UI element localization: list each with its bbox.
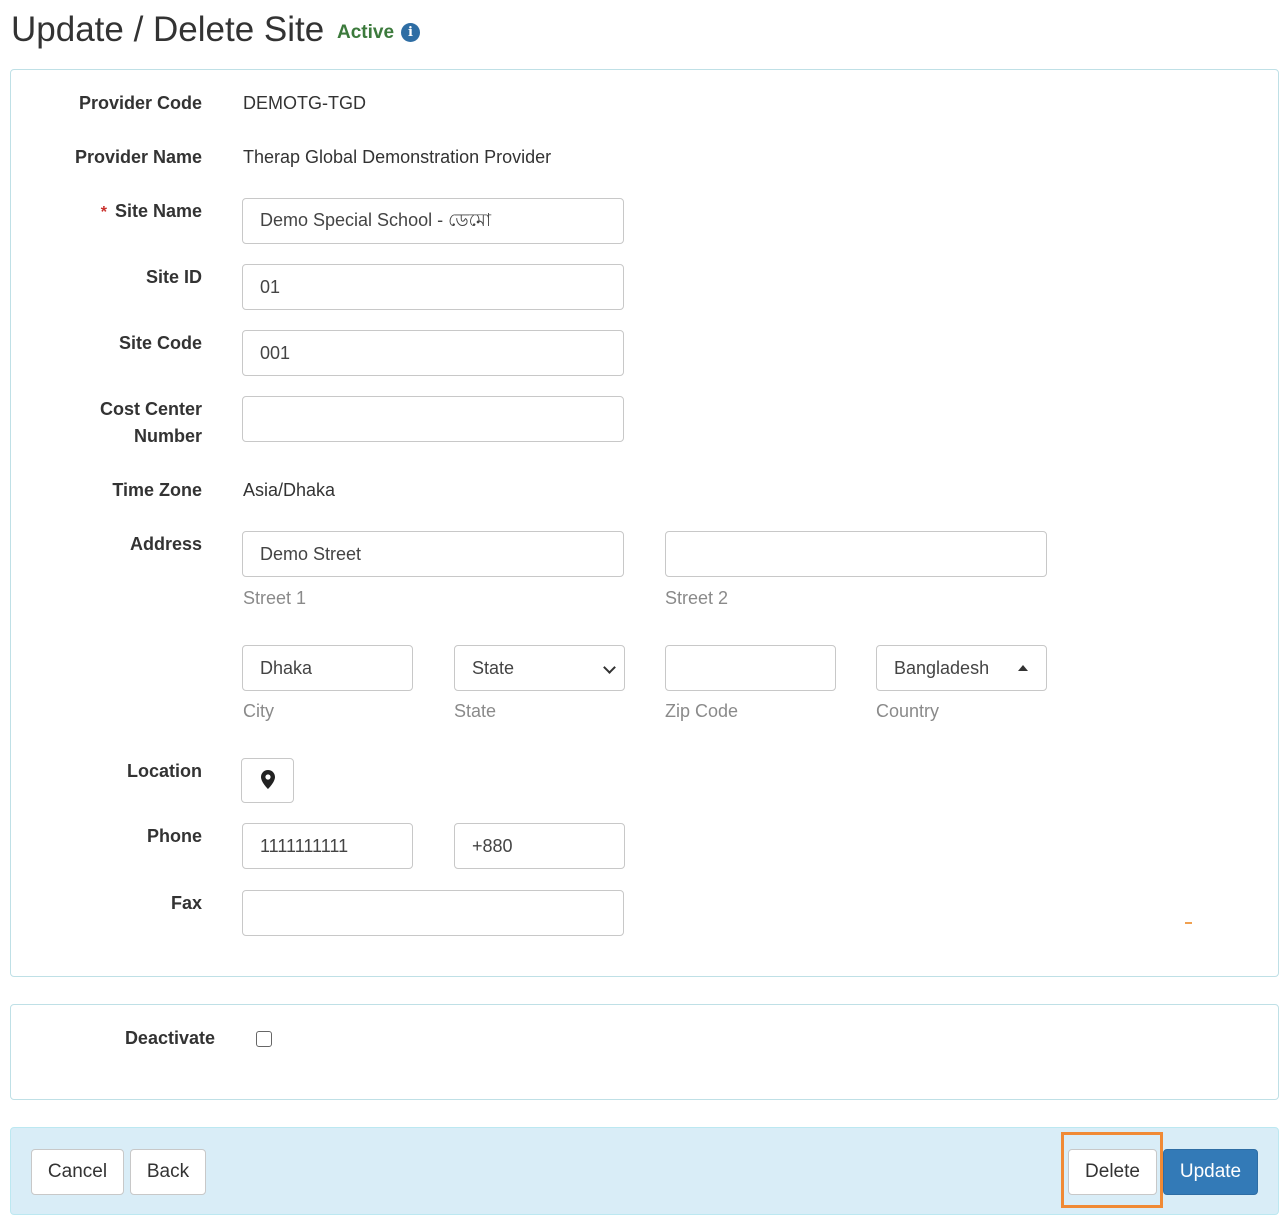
site-code-label: Site Code: [118, 333, 202, 353]
city-caption: City: [243, 701, 274, 721]
phone-country-code-input[interactable]: [454, 823, 625, 869]
provider-name-value: Therap Global Demonstration Provider: [243, 147, 552, 167]
street1-input[interactable]: [242, 531, 624, 577]
site-name-input[interactable]: [242, 198, 624, 244]
time-zone-label: Time Zone: [112, 480, 202, 500]
deactivate-panel: [10, 1004, 1279, 1100]
cost-center-label-line2: Number: [133, 426, 202, 446]
cost-center-label: Cost Center Number: [100, 396, 202, 450]
cancel-button[interactable]: Cancel: [31, 1149, 124, 1195]
delete-highlight-box: [1061, 1132, 1163, 1208]
zip-code-caption: Zip Code: [665, 701, 739, 721]
fax-label: Fax: [170, 893, 202, 913]
provider-name-label: Provider Name: [74, 147, 202, 167]
street1-caption: Street 1: [243, 588, 307, 608]
page-title: Update / Delete Site: [11, 10, 325, 49]
fax-input[interactable]: [242, 890, 624, 936]
city-input[interactable]: [242, 645, 413, 691]
site-name-label: Site Name: [114, 201, 202, 221]
country-select[interactable]: Bangladesh: [876, 645, 1047, 691]
deactivate-checkbox[interactable]: [256, 1031, 272, 1047]
provider-code-value: DEMOTG-TGD: [243, 93, 366, 113]
country-select-value: Bangladesh: [894, 658, 990, 678]
back-button[interactable]: Back: [130, 1149, 206, 1195]
update-button[interactable]: Update: [1163, 1149, 1258, 1195]
map-marker-icon: [261, 770, 275, 789]
state-select-value: State: [472, 658, 515, 678]
required-marker: *: [100, 204, 107, 221]
street2-input[interactable]: [665, 531, 1047, 577]
cost-center-label-line1: Cost Center: [99, 399, 202, 419]
street2-caption: Street 2: [665, 588, 729, 608]
cost-center-input[interactable]: [242, 396, 624, 442]
site-code-input[interactable]: [242, 330, 624, 376]
location-label: Location: [127, 761, 202, 781]
zip-code-input[interactable]: [665, 645, 836, 691]
provider-code-label: Provider Code: [78, 93, 202, 113]
phone-number-input[interactable]: [242, 823, 413, 869]
address-label: Address: [129, 534, 202, 554]
caret-up-icon: [1018, 665, 1028, 671]
site-id-label: Site ID: [145, 267, 202, 287]
time-zone-value: Asia/Dhaka: [243, 480, 336, 500]
country-caption: Country: [876, 701, 940, 721]
divider-mark: [1185, 922, 1192, 924]
state-select[interactable]: State: [454, 645, 625, 691]
site-name-label-wrap: * Site Name: [101, 198, 202, 226]
chevron-down-icon: [603, 661, 616, 674]
state-caption: State: [454, 701, 497, 721]
site-id-input[interactable]: [242, 264, 624, 310]
location-button[interactable]: [241, 758, 294, 803]
info-icon[interactable]: i: [401, 23, 420, 42]
deactivate-label: Deactivate: [124, 1028, 215, 1048]
status-badge: Active: [337, 22, 395, 43]
phone-label: Phone: [146, 826, 202, 846]
